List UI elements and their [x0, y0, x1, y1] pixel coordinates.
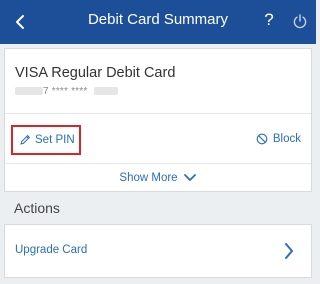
- divider: [5, 163, 311, 164]
- pencil-icon: [20, 134, 31, 145]
- debit-card-panel: VISA Regular Debit Card 7 **** **** Set …: [4, 48, 312, 192]
- top-app-bar: Debit Card Summary ?: [0, 0, 316, 44]
- block-button[interactable]: Block: [256, 133, 301, 145]
- show-more-button[interactable]: Show More: [5, 165, 311, 191]
- card-name: VISA Regular Debit Card: [15, 65, 176, 81]
- help-button[interactable]: ?: [259, 8, 279, 32]
- card-number-masked: 7 **** ****: [43, 86, 88, 97]
- block-icon: [256, 133, 268, 145]
- chevron-down-icon: [183, 174, 196, 181]
- show-more-label: Show More: [119, 172, 178, 184]
- set-pin-button[interactable]: Set PIN: [11, 125, 81, 155]
- redacted-block: [15, 87, 43, 96]
- set-pin-label: Set PIN: [35, 134, 75, 146]
- page-title: Debit Card Summary: [87, 11, 229, 28]
- actions-section-title: Actions: [14, 200, 60, 216]
- upgrade-card-label: Upgrade Card: [15, 244, 88, 256]
- back-arrow-icon: [16, 15, 24, 29]
- redacted-block: [94, 87, 119, 96]
- card-number: 7 **** ****: [15, 86, 119, 97]
- chevron-right-icon: [285, 243, 293, 259]
- app-screen: Debit Card Summary ? VISA Regular Debit …: [0, 0, 316, 284]
- block-label: Block: [272, 133, 301, 145]
- logout-button[interactable]: [289, 10, 311, 32]
- upgrade-card-row[interactable]: Upgrade Card: [4, 224, 312, 278]
- back-button[interactable]: [6, 8, 34, 36]
- power-icon: [293, 14, 307, 29]
- divider: [5, 113, 311, 114]
